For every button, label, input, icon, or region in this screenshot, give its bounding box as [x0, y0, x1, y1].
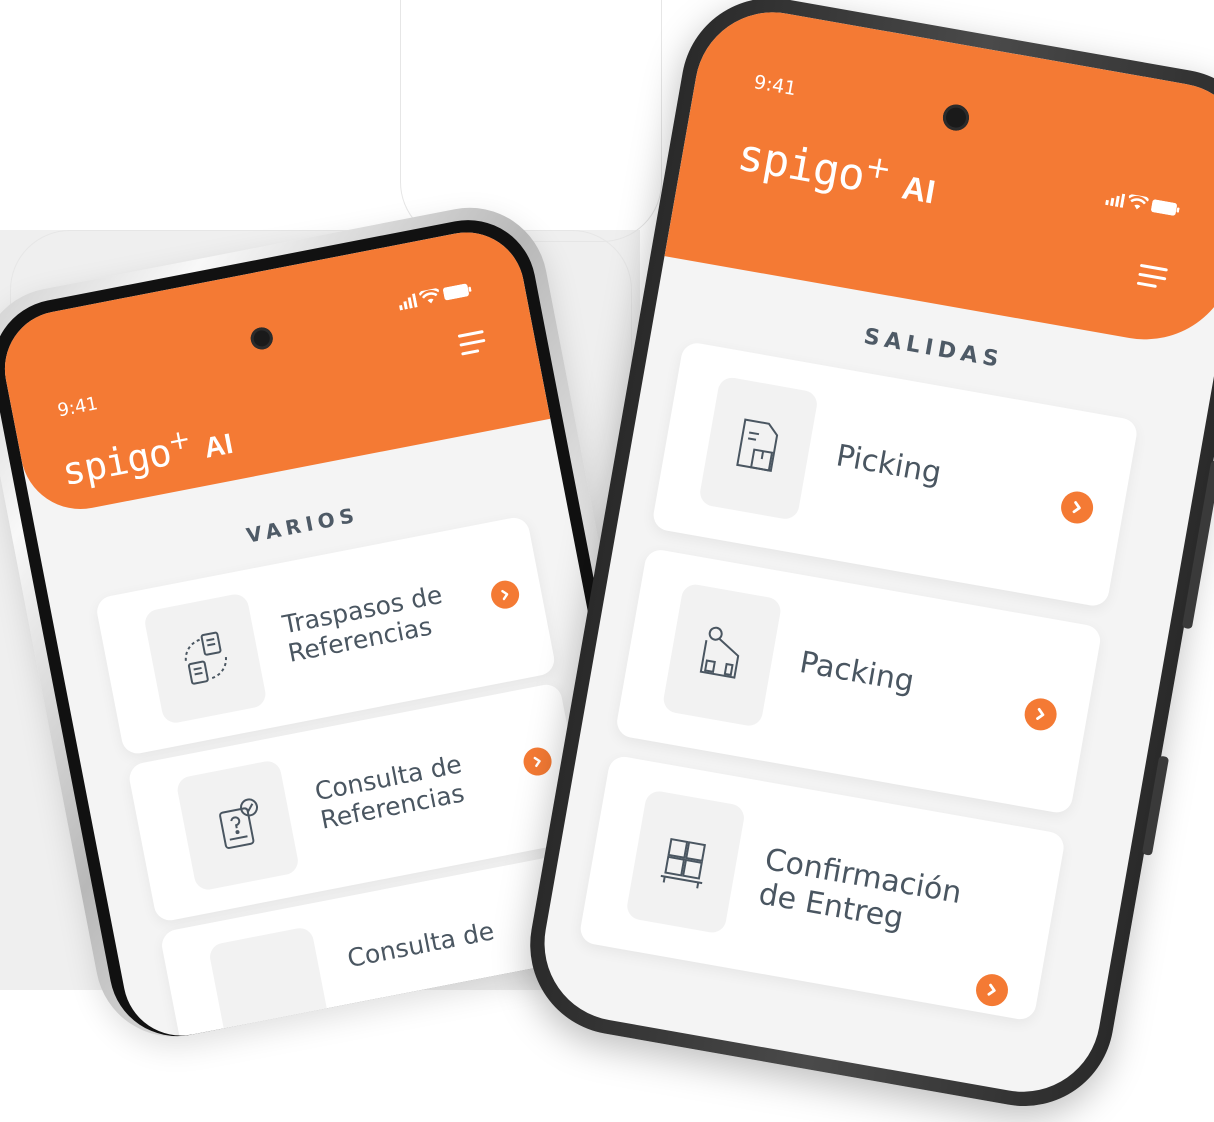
hamburger-icon-bar — [1138, 272, 1167, 281]
hamburger-icon-bar — [1136, 281, 1157, 288]
card-label: Picking — [833, 438, 944, 492]
hamburger-icon-bar — [461, 349, 480, 356]
logo-plus: + — [165, 423, 194, 458]
menu-button[interactable] — [457, 329, 489, 361]
status-time: 9:41 — [55, 393, 100, 422]
app-logo: spigo+ AI — [734, 126, 941, 215]
app-header: 9:41 spigo+ AI — [664, 0, 1214, 354]
card-label: Consulta de — [344, 916, 497, 974]
card-label-line: Consulta de — [344, 916, 497, 974]
front-camera — [940, 102, 972, 133]
document-icon — [207, 925, 333, 1046]
chevron-right-icon[interactable] — [1022, 695, 1060, 733]
logo-ai: AI — [899, 168, 939, 211]
status-icons — [1105, 190, 1180, 218]
chevron-right-icon[interactable] — [973, 971, 1011, 1009]
logo-wordmark: spigo — [733, 129, 869, 202]
wifi-icon — [418, 287, 440, 304]
card-label: Confirmación de Entreg — [756, 842, 964, 945]
chevron-right-icon[interactable] — [521, 745, 554, 778]
menu-button[interactable] — [1136, 263, 1168, 295]
card-label: Consulta de Referencias — [313, 749, 470, 835]
app-logo: spigo+ AI — [58, 415, 236, 494]
hamburger-icon-bar — [459, 338, 486, 347]
front-camera — [248, 325, 275, 352]
pallet-boxes-icon — [625, 789, 747, 935]
transfer-documents-icon — [142, 592, 268, 726]
status-icons — [397, 282, 473, 311]
chevron-right-icon[interactable] — [488, 578, 522, 612]
logo-ai: AI — [201, 427, 236, 465]
card-label-line: Packing — [796, 645, 917, 700]
card-label: Packing — [796, 645, 917, 700]
document-question-check-icon — [175, 758, 301, 892]
hamburger-icon-bar — [1139, 263, 1168, 272]
card-label: Traspasos de Referencias — [280, 580, 450, 668]
logo-plus: + — [862, 147, 895, 188]
packing-tape-box-icon — [661, 582, 783, 728]
signal-icon — [398, 292, 418, 311]
card-label-line: Picking — [833, 438, 944, 492]
battery-icon — [1151, 199, 1180, 216]
hamburger-icon-bar — [457, 329, 484, 338]
status-time: 9:41 — [752, 71, 799, 101]
wifi-icon — [1128, 193, 1150, 210]
battery-icon — [442, 283, 472, 301]
logo-wordmark: spigo — [58, 430, 175, 495]
chevron-right-icon[interactable] — [1058, 489, 1096, 527]
signal-icon — [1105, 193, 1126, 208]
picking-document-box-icon — [698, 375, 820, 522]
